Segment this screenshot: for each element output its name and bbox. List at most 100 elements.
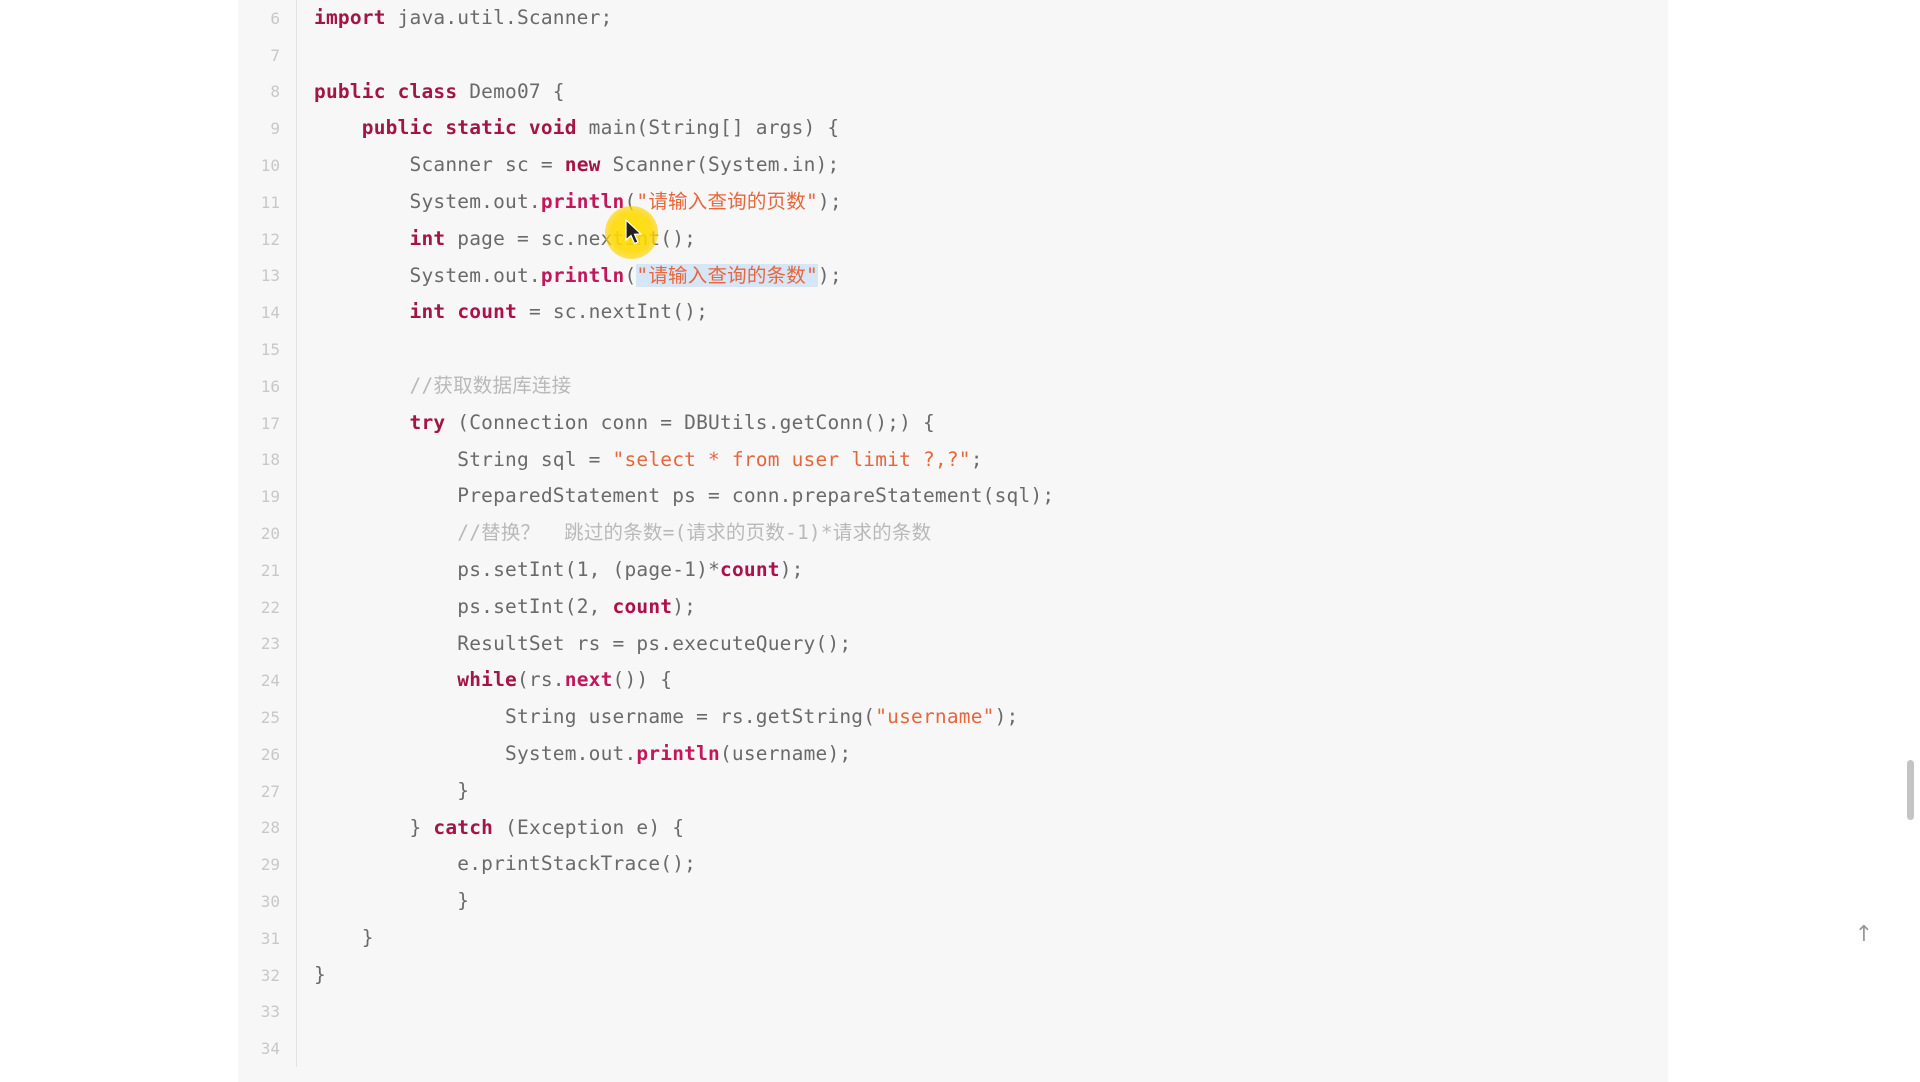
code-line[interactable]: 21 ps.setInt(1, (page-1)*count); <box>238 551 1668 589</box>
code-line-content[interactable]: String sql = "select * from user limit ?… <box>297 442 1668 479</box>
code-line-content[interactable]: } <box>297 920 1668 957</box>
code-line-content[interactable]: int page = sc.nextInt(); <box>297 221 1668 258</box>
code-line[interactable]: 34 <box>238 1030 1668 1068</box>
code-line-content[interactable]: try (Connection conn = DBUtils.getConn()… <box>297 405 1668 442</box>
code-token: "username" <box>875 705 995 729</box>
code-line-content[interactable]: String username = rs.getString("username… <box>297 699 1668 736</box>
code-line[interactable]: 31 } <box>238 919 1668 957</box>
code-line-content[interactable]: public class Demo07 { <box>297 74 1668 111</box>
code-line[interactable]: 23 ResultSet rs = ps.executeQuery(); <box>238 625 1668 663</box>
code-token: } <box>457 889 470 913</box>
code-line[interactable]: 12 int page = sc.nextInt(); <box>238 220 1668 258</box>
code-table: 6 import java.util.Scanner; 7 8 public class… <box>238 0 1668 1068</box>
line-number: 30 <box>238 883 296 920</box>
code-line[interactable]: 17 try (Connection conn = DBUtils.getCon… <box>238 404 1668 442</box>
code-line[interactable]: 8 public class Demo07 { <box>238 73 1668 111</box>
code-line-content[interactable] <box>297 331 1668 368</box>
code-line[interactable]: 15 <box>238 331 1668 368</box>
code-line-content[interactable]: System.out.println(username); <box>297 736 1668 773</box>
code-line[interactable]: 18 String sql = "select * from user limi… <box>238 441 1668 479</box>
line-number: 28 <box>238 809 296 847</box>
line-number: 24 <box>238 662 296 700</box>
code-line[interactable]: 13 System.out.println("请输入查询的条数"); <box>238 257 1668 295</box>
code-line-content[interactable]: Scanner sc = new Scanner(System.in); <box>297 147 1668 184</box>
line-number: 26 <box>238 735 296 773</box>
code-line[interactable]: 10 Scanner sc = new Scanner(System.in); <box>238 147 1668 184</box>
code-line[interactable]: 32} <box>238 956 1668 994</box>
code-line-content[interactable]: } <box>297 957 1668 994</box>
code-line-content[interactable]: while(rs.next()) { <box>297 662 1668 699</box>
code-line[interactable]: 16 //获取数据库连接 <box>238 367 1668 405</box>
code-line[interactable]: 7 <box>238 36 1668 74</box>
code-token: ps.setInt( <box>457 594 577 618</box>
code-token: , <box>588 594 613 618</box>
scrollbar-thumb[interactable] <box>1907 760 1914 820</box>
code-line-content[interactable] <box>297 37 1668 74</box>
code-line[interactable]: 6 import java.util.Scanner; <box>238 0 1668 37</box>
code-line-content[interactable]: ResultSet rs = ps.executeQuery(); <box>297 626 1668 663</box>
code-line-content[interactable]: System.out.println("请输入查询的条数"); <box>297 258 1668 295</box>
code-token: String sql = <box>457 447 613 471</box>
code-token: count <box>457 300 518 324</box>
code-line-content[interactable]: int count = sc.nextInt(); <box>297 294 1668 331</box>
back-to-top-button[interactable]: ↑ <box>1842 912 1886 956</box>
code-token: "请输入查询的条数" <box>636 263 818 287</box>
code-line-content[interactable]: public static void main(String[] args) { <box>297 110 1668 147</box>
code-line[interactable]: 19 PreparedStatement ps = conn.prepareSt… <box>238 478 1668 516</box>
arrow-up-icon: ↑ <box>1854 921 1874 947</box>
code-line-content[interactable]: System.out.println("请输入查询的页数"); <box>297 184 1668 221</box>
code-line-content[interactable]: ps.setInt(1, (page-1)*count); <box>297 552 1668 589</box>
code-viewer[interactable]: 6 import java.util.Scanner; 7 8 public class… <box>238 0 1668 1082</box>
line-number: 9 <box>238 110 296 148</box>
code-line[interactable]: 9 public static void main(String[] args)… <box>238 110 1668 148</box>
code-token: 1 <box>576 557 589 581</box>
code-line-content[interactable]: PreparedStatement ps = conn.prepareState… <box>297 478 1668 515</box>
vertical-scrollbar[interactable] <box>1905 0 1918 1082</box>
code-line-content[interactable]: import java.util.Scanner; <box>297 0 1668 37</box>
code-token: java.util.Scanner; <box>385 6 613 29</box>
code-line[interactable]: 26 System.out.println(username); <box>238 735 1668 773</box>
line-number: 17 <box>238 404 296 442</box>
code-line[interactable]: 20 //替换？ 跳过的条数=(请求的页数-1)*请求的条数 <box>238 515 1668 552</box>
code-token: println <box>636 741 720 765</box>
screen-root: 6 import java.util.Scanner; 7 8 public class… <box>0 0 1920 1082</box>
code-line[interactable]: 11 System.out.println("请输入查询的页数"); <box>238 183 1668 221</box>
code-line[interactable]: 22 ps.setInt(2, count); <box>238 588 1668 626</box>
code-line-content[interactable] <box>297 994 1668 1031</box>
code-line[interactable]: 29 e.printStackTrace(); <box>238 846 1668 884</box>
code-token: } <box>361 925 374 949</box>
code-line-content[interactable]: e.printStackTrace(); <box>297 846 1668 883</box>
code-token: next <box>564 668 613 692</box>
code-token: int <box>409 226 446 250</box>
code-line-content[interactable]: //替换？ 跳过的条数=(请求的页数-1)*请求的条数 <box>297 515 1668 552</box>
code-line-content[interactable]: //获取数据库连接 <box>297 368 1668 405</box>
code-line[interactable]: 33 <box>238 993 1668 1031</box>
code-token: 2 <box>576 594 589 618</box>
line-number: 31 <box>238 919 296 957</box>
code-token: println <box>540 189 625 213</box>
code-token: println <box>540 263 625 287</box>
code-token: Scanner sc = <box>409 153 565 177</box>
left-margin <box>0 0 238 1082</box>
code-token: public class <box>314 79 458 103</box>
code-token: System.out. <box>409 263 541 287</box>
code-token: ); <box>672 594 697 618</box>
code-line[interactable]: 28 } catch (Exception e) { <box>238 809 1668 847</box>
line-number: 27 <box>238 772 296 810</box>
code-line-content[interactable]: } <box>297 773 1668 810</box>
code-line[interactable]: 14 int count = sc.nextInt(); <box>238 294 1668 332</box>
code-token: new <box>564 153 601 177</box>
code-line[interactable]: 25 String username = rs.getString("usern… <box>238 699 1668 736</box>
code-line[interactable]: 24 while(rs.next()) { <box>238 662 1668 700</box>
code-line-content[interactable] <box>297 1030 1668 1067</box>
code-token: ( <box>624 263 637 287</box>
line-number: 22 <box>238 588 296 626</box>
code-line-content[interactable]: } <box>297 883 1668 920</box>
line-number: 16 <box>238 367 296 405</box>
code-line-content[interactable]: ps.setInt(2, count); <box>297 589 1668 626</box>
code-line[interactable]: 27 } <box>238 772 1668 810</box>
code-token: 1 <box>684 557 697 581</box>
code-line[interactable]: 30 } <box>238 883 1668 920</box>
line-number: 11 <box>238 183 296 221</box>
code-line-content[interactable]: } catch (Exception e) { <box>297 810 1668 847</box>
